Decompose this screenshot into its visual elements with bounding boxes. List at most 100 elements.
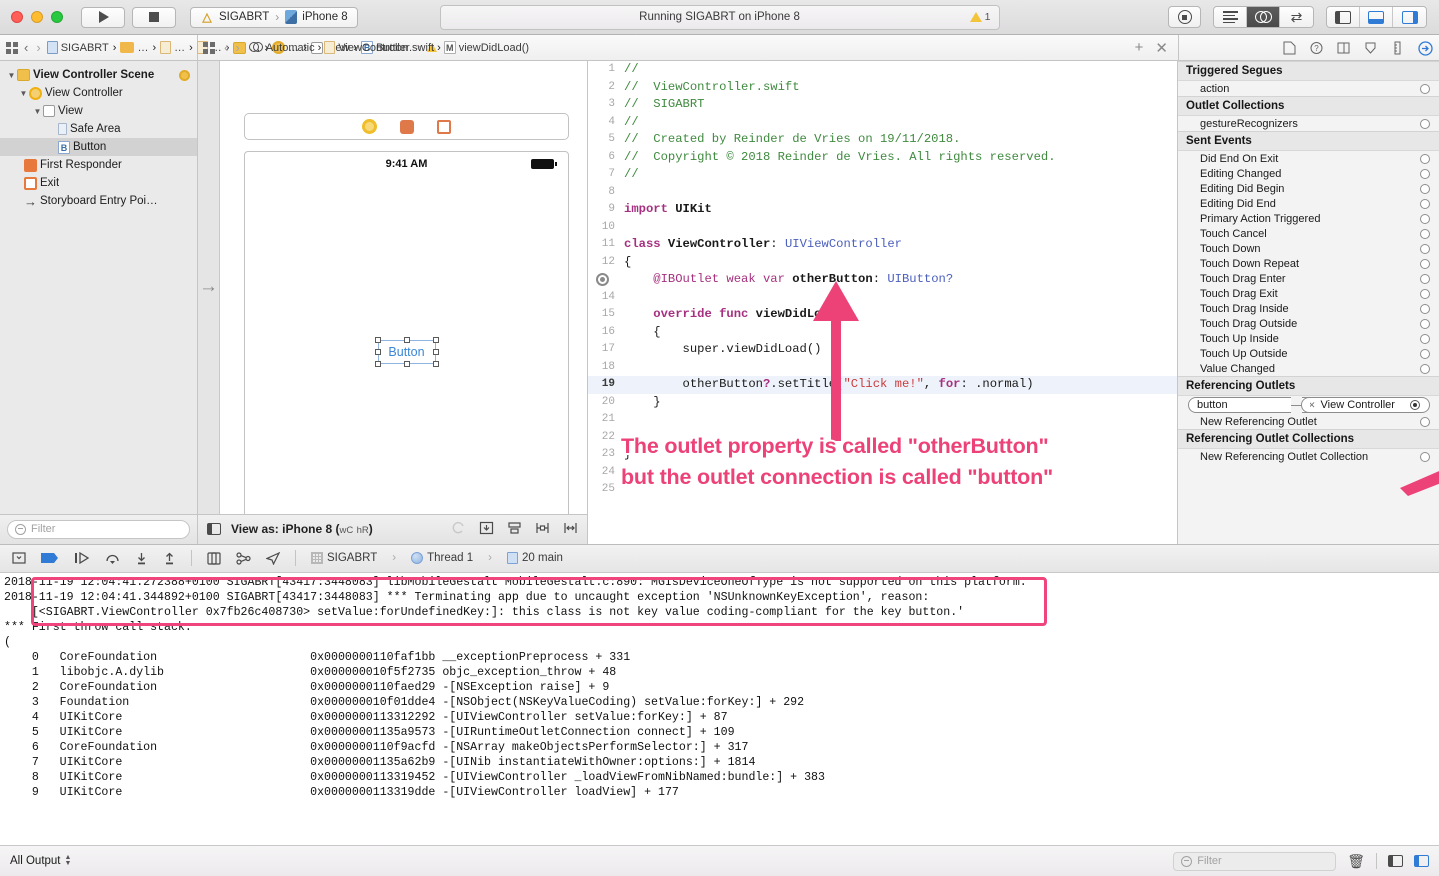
- resize-handle[interactable]: [403, 361, 410, 367]
- connection-row[interactable]: Touch Down Repeat: [1178, 256, 1439, 271]
- simulate-location-icon[interactable]: [266, 551, 280, 565]
- connection-well[interactable]: [1420, 318, 1430, 329]
- crumb-file-1[interactable]: …: [160, 41, 185, 54]
- resize-handle[interactable]: [432, 361, 439, 367]
- code-line[interactable]: 4 //: [588, 114, 1177, 132]
- outline-item-first-responder[interactable]: First Responder: [0, 156, 197, 174]
- code-line[interactable]: 18: [588, 359, 1177, 377]
- identity-inspector-icon[interactable]: [1337, 41, 1350, 55]
- connection-well[interactable]: [1410, 400, 1420, 410]
- connection-well[interactable]: [1420, 303, 1430, 314]
- connection-row[interactable]: Touch Drag Outside: [1178, 316, 1439, 331]
- add-editor-button[interactable]: +: [1135, 39, 1144, 57]
- canvas-button[interactable]: Button: [374, 337, 439, 367]
- show-variables-view-button[interactable]: [1388, 855, 1403, 867]
- outlet-target-pill[interactable]: ✕ View Controller: [1301, 397, 1430, 413]
- toggle-debug-button[interactable]: [1360, 7, 1393, 27]
- connection-well[interactable]: [1420, 258, 1430, 269]
- continue-icon[interactable]: [74, 552, 90, 565]
- output-scope-selector[interactable]: All Output ▲ ▼: [10, 854, 71, 867]
- step-over-icon[interactable]: [105, 552, 120, 565]
- canvas-collapse-gutter[interactable]: →: [198, 61, 220, 514]
- crumb-method[interactable]: M viewDidLoad(): [443, 41, 529, 54]
- connection-row[interactable]: Touch Drag Exit: [1178, 286, 1439, 301]
- crumb-group[interactable]: …: [120, 42, 148, 54]
- view-as-label[interactable]: View as: iPhone 8 (wC hR): [231, 522, 373, 536]
- related-items-icon[interactable]: [6, 41, 18, 54]
- device-canvas[interactable]: 9:41 AM Button: [244, 151, 569, 514]
- chevron-right-icon[interactable]: →: [199, 276, 218, 298]
- resize-handle[interactable]: [403, 337, 410, 343]
- connection-well[interactable]: [1420, 348, 1430, 359]
- crumb-swift-file[interactable]: ViewController.swift: [324, 41, 434, 54]
- outline-item-exit[interactable]: Exit: [0, 174, 197, 192]
- referencing-outlet-connection[interactable]: button ✕ View Controller: [1178, 396, 1439, 414]
- console-output[interactable]: 2018-11-19 12:04:41.272388+0100 SIGABRT[…: [0, 572, 1439, 845]
- toggle-navigator-button[interactable]: [1327, 7, 1360, 27]
- version-editor-button[interactable]: ⇄: [1280, 7, 1313, 27]
- outline-item-button[interactable]: B Button: [0, 138, 197, 156]
- code-line[interactable]: 2 // ViewController.swift: [588, 79, 1177, 97]
- connections-inspector-icon[interactable]: [1418, 40, 1433, 56]
- connections-inspector[interactable]: Triggered Segues action Outlet Collections…: [1178, 61, 1439, 544]
- connection-well[interactable]: [1420, 363, 1430, 374]
- connection-well[interactable]: [1420, 198, 1430, 209]
- connection-well[interactable]: [1420, 273, 1430, 284]
- editor-back-button[interactable]: ‹: [222, 40, 230, 55]
- code-line[interactable]: 10: [588, 219, 1177, 237]
- stop-button[interactable]: [132, 6, 176, 28]
- breakpoint-icon[interactable]: [596, 273, 609, 287]
- debug-view-hierarchy-icon[interactable]: [207, 552, 221, 565]
- editor-forward-button[interactable]: ›: [233, 40, 241, 55]
- connection-well[interactable]: [1420, 118, 1430, 129]
- code-line[interactable]: 16 {: [588, 324, 1177, 342]
- connection-row[interactable]: Touch Drag Inside: [1178, 301, 1439, 316]
- code-line[interactable]: 5 // Created by Reinder de Vries on 19/11…: [588, 131, 1177, 149]
- clear-console-button[interactable]: 🗑: [1347, 853, 1365, 870]
- connection-row[interactable]: Touch Up Inside: [1178, 331, 1439, 346]
- resize-handle[interactable]: [432, 349, 439, 355]
- crumb-project[interactable]: SIGABRT: [46, 41, 109, 54]
- file-inspector-icon[interactable]: [1283, 41, 1296, 55]
- scheme-selector[interactable]: △ SIGABRT › iPhone 8: [190, 6, 358, 28]
- connection-well[interactable]: [1420, 153, 1430, 164]
- disclosure-triangle-icon[interactable]: ▼: [6, 71, 17, 80]
- console-filter-field[interactable]: Filter: [1173, 851, 1337, 871]
- code-line[interactable]: 1 //: [588, 61, 1177, 79]
- run-button[interactable]: [81, 6, 125, 28]
- related-items-icon[interactable]: [203, 41, 215, 54]
- crumb-automatic[interactable]: Automatic: [248, 42, 315, 54]
- code-line[interactable]: 19 otherButton?.setTitle("Click me!", fo…: [588, 376, 1177, 394]
- document-outline-toggle-icon[interactable]: [207, 523, 221, 536]
- update-frames-icon[interactable]: [451, 521, 466, 538]
- connection-well[interactable]: [1420, 183, 1430, 194]
- resolve-issues-icon[interactable]: [563, 521, 578, 538]
- connection-row[interactable]: Editing Did Begin: [1178, 181, 1439, 196]
- add-constraints-icon[interactable]: [535, 521, 550, 538]
- connection-row[interactable]: Primary Action Triggered: [1178, 211, 1439, 226]
- exit-icon[interactable]: [437, 119, 451, 134]
- debug-memory-graph-icon[interactable]: [236, 552, 251, 565]
- connection-row[interactable]: Touch Up Outside: [1178, 346, 1439, 361]
- assistant-editor-button[interactable]: [1247, 7, 1280, 27]
- connection-well[interactable]: [1420, 83, 1430, 94]
- outlet-name-pill[interactable]: button: [1188, 397, 1291, 413]
- code-line[interactable]: 21: [588, 411, 1177, 429]
- source-editor[interactable]: 1 // 2 // ViewController.swift 3 // SIGABRT 4 /…: [588, 61, 1439, 544]
- connection-well[interactable]: [1420, 213, 1430, 224]
- ib-canvas[interactable]: → 9:41 AM Button: [198, 61, 588, 514]
- code-line[interactable]: 8: [588, 184, 1177, 202]
- connection-row[interactable]: New Referencing Outlet: [1178, 414, 1439, 429]
- breakpoints-toggle-icon[interactable]: [41, 552, 59, 564]
- resize-handle[interactable]: [374, 349, 381, 355]
- resize-handle[interactable]: [374, 337, 381, 343]
- code-line[interactable]: 20 }: [588, 394, 1177, 412]
- hide-debug-area-icon[interactable]: [12, 552, 26, 564]
- code-line[interactable]: @IBOutlet weak var otherButton: UIButton…: [588, 271, 1177, 289]
- code-line[interactable]: 7 //: [588, 166, 1177, 184]
- code-line[interactable]: 12 {: [588, 254, 1177, 272]
- disclosure-triangle-icon[interactable]: ▼: [32, 107, 43, 116]
- step-into-icon[interactable]: [135, 552, 148, 565]
- toggle-inspector-button[interactable]: [1393, 7, 1426, 27]
- code-line[interactable]: 17 super.viewDidLoad(): [588, 341, 1177, 359]
